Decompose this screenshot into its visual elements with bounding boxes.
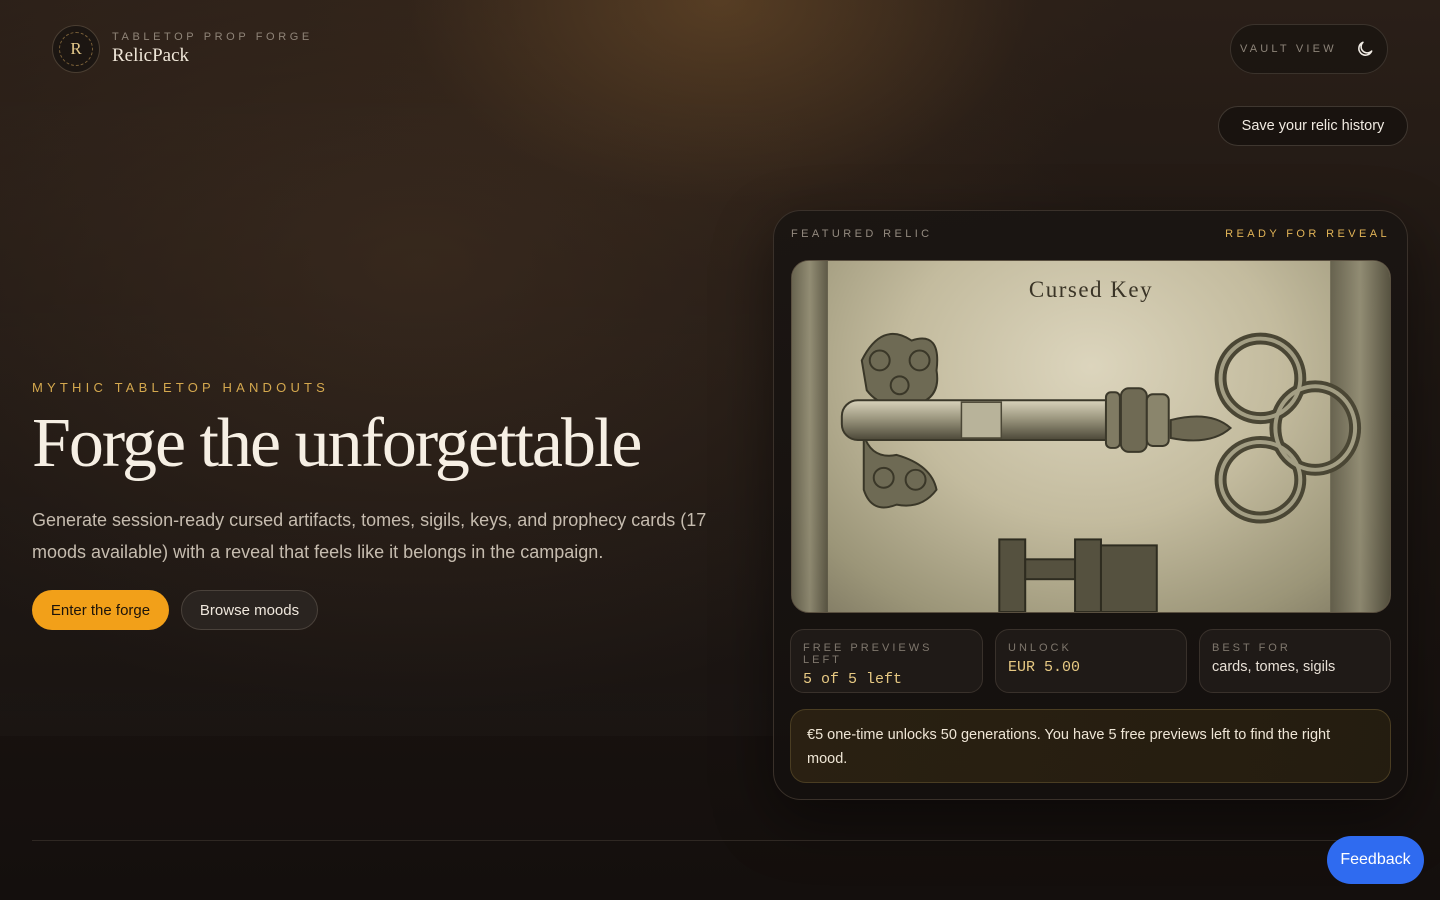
stat-label: UNLOCK — [1008, 642, 1072, 654]
moon-icon[interactable] — [1355, 39, 1375, 59]
status-badge: READY FOR REVEAL — [1225, 228, 1390, 240]
featured-relic-card: FEATURED RELIC READY FOR REVEAL Cursed K… — [773, 210, 1408, 800]
stat-value: 5 of 5 left — [803, 671, 903, 688]
brand-text: TABLETOP PROP FORGE RelicPack — [112, 31, 313, 67]
stat-label: BEST FOR — [1212, 642, 1291, 654]
stat-label: FREE PREVIEWS LEFT — [803, 642, 933, 666]
hero-kicker: MYTHIC TABLETOP HANDOUTS — [32, 380, 330, 395]
hero-title: Forge the unforgettable — [32, 405, 642, 482]
stat-value: cards, tomes, sigils — [1212, 659, 1336, 675]
vault-view-label: VAULT VIEW — [1240, 43, 1337, 55]
stat-value: EUR 5.00 — [1008, 659, 1081, 676]
enter-forge-button[interactable]: Enter the forge — [32, 590, 169, 630]
brand-link[interactable]: R TABLETOP PROP FORGE RelicPack — [52, 25, 313, 73]
card-header: FEATURED RELIC READY FOR REVEAL — [791, 228, 1390, 240]
pricing-notice: €5 one-time unlocks 50 generations. You … — [790, 709, 1391, 783]
brand-kicker: TABLETOP PROP FORGE — [112, 31, 313, 43]
brand-monogram: R — [59, 32, 93, 66]
browse-moods-button[interactable]: Browse moods — [181, 590, 318, 630]
relic-preview-image[interactable]: Cursed Key — [791, 260, 1391, 613]
relic-caption: Cursed Key — [1028, 277, 1154, 302]
brand-logo: R — [52, 25, 100, 73]
vault-view-toggle[interactable]: VAULT VIEW — [1230, 24, 1388, 74]
stat-unlock: UNLOCK EUR 5.00 — [995, 629, 1187, 693]
brand-name: RelicPack — [112, 45, 190, 66]
stat-free-previews: FREE PREVIEWS LEFT 5 of 5 left — [790, 629, 983, 693]
hero-description: Generate session-ready cursed artifacts,… — [32, 510, 707, 562]
save-history-button[interactable]: Save your relic history — [1218, 106, 1408, 146]
cursed-key-illustration — [792, 261, 1390, 612]
stat-best-for: BEST FOR cards, tomes, sigils — [1199, 629, 1391, 693]
feedback-button[interactable]: Feedback — [1327, 836, 1424, 884]
featured-relic-label: FEATURED RELIC — [791, 228, 933, 240]
section-divider — [32, 840, 1408, 841]
